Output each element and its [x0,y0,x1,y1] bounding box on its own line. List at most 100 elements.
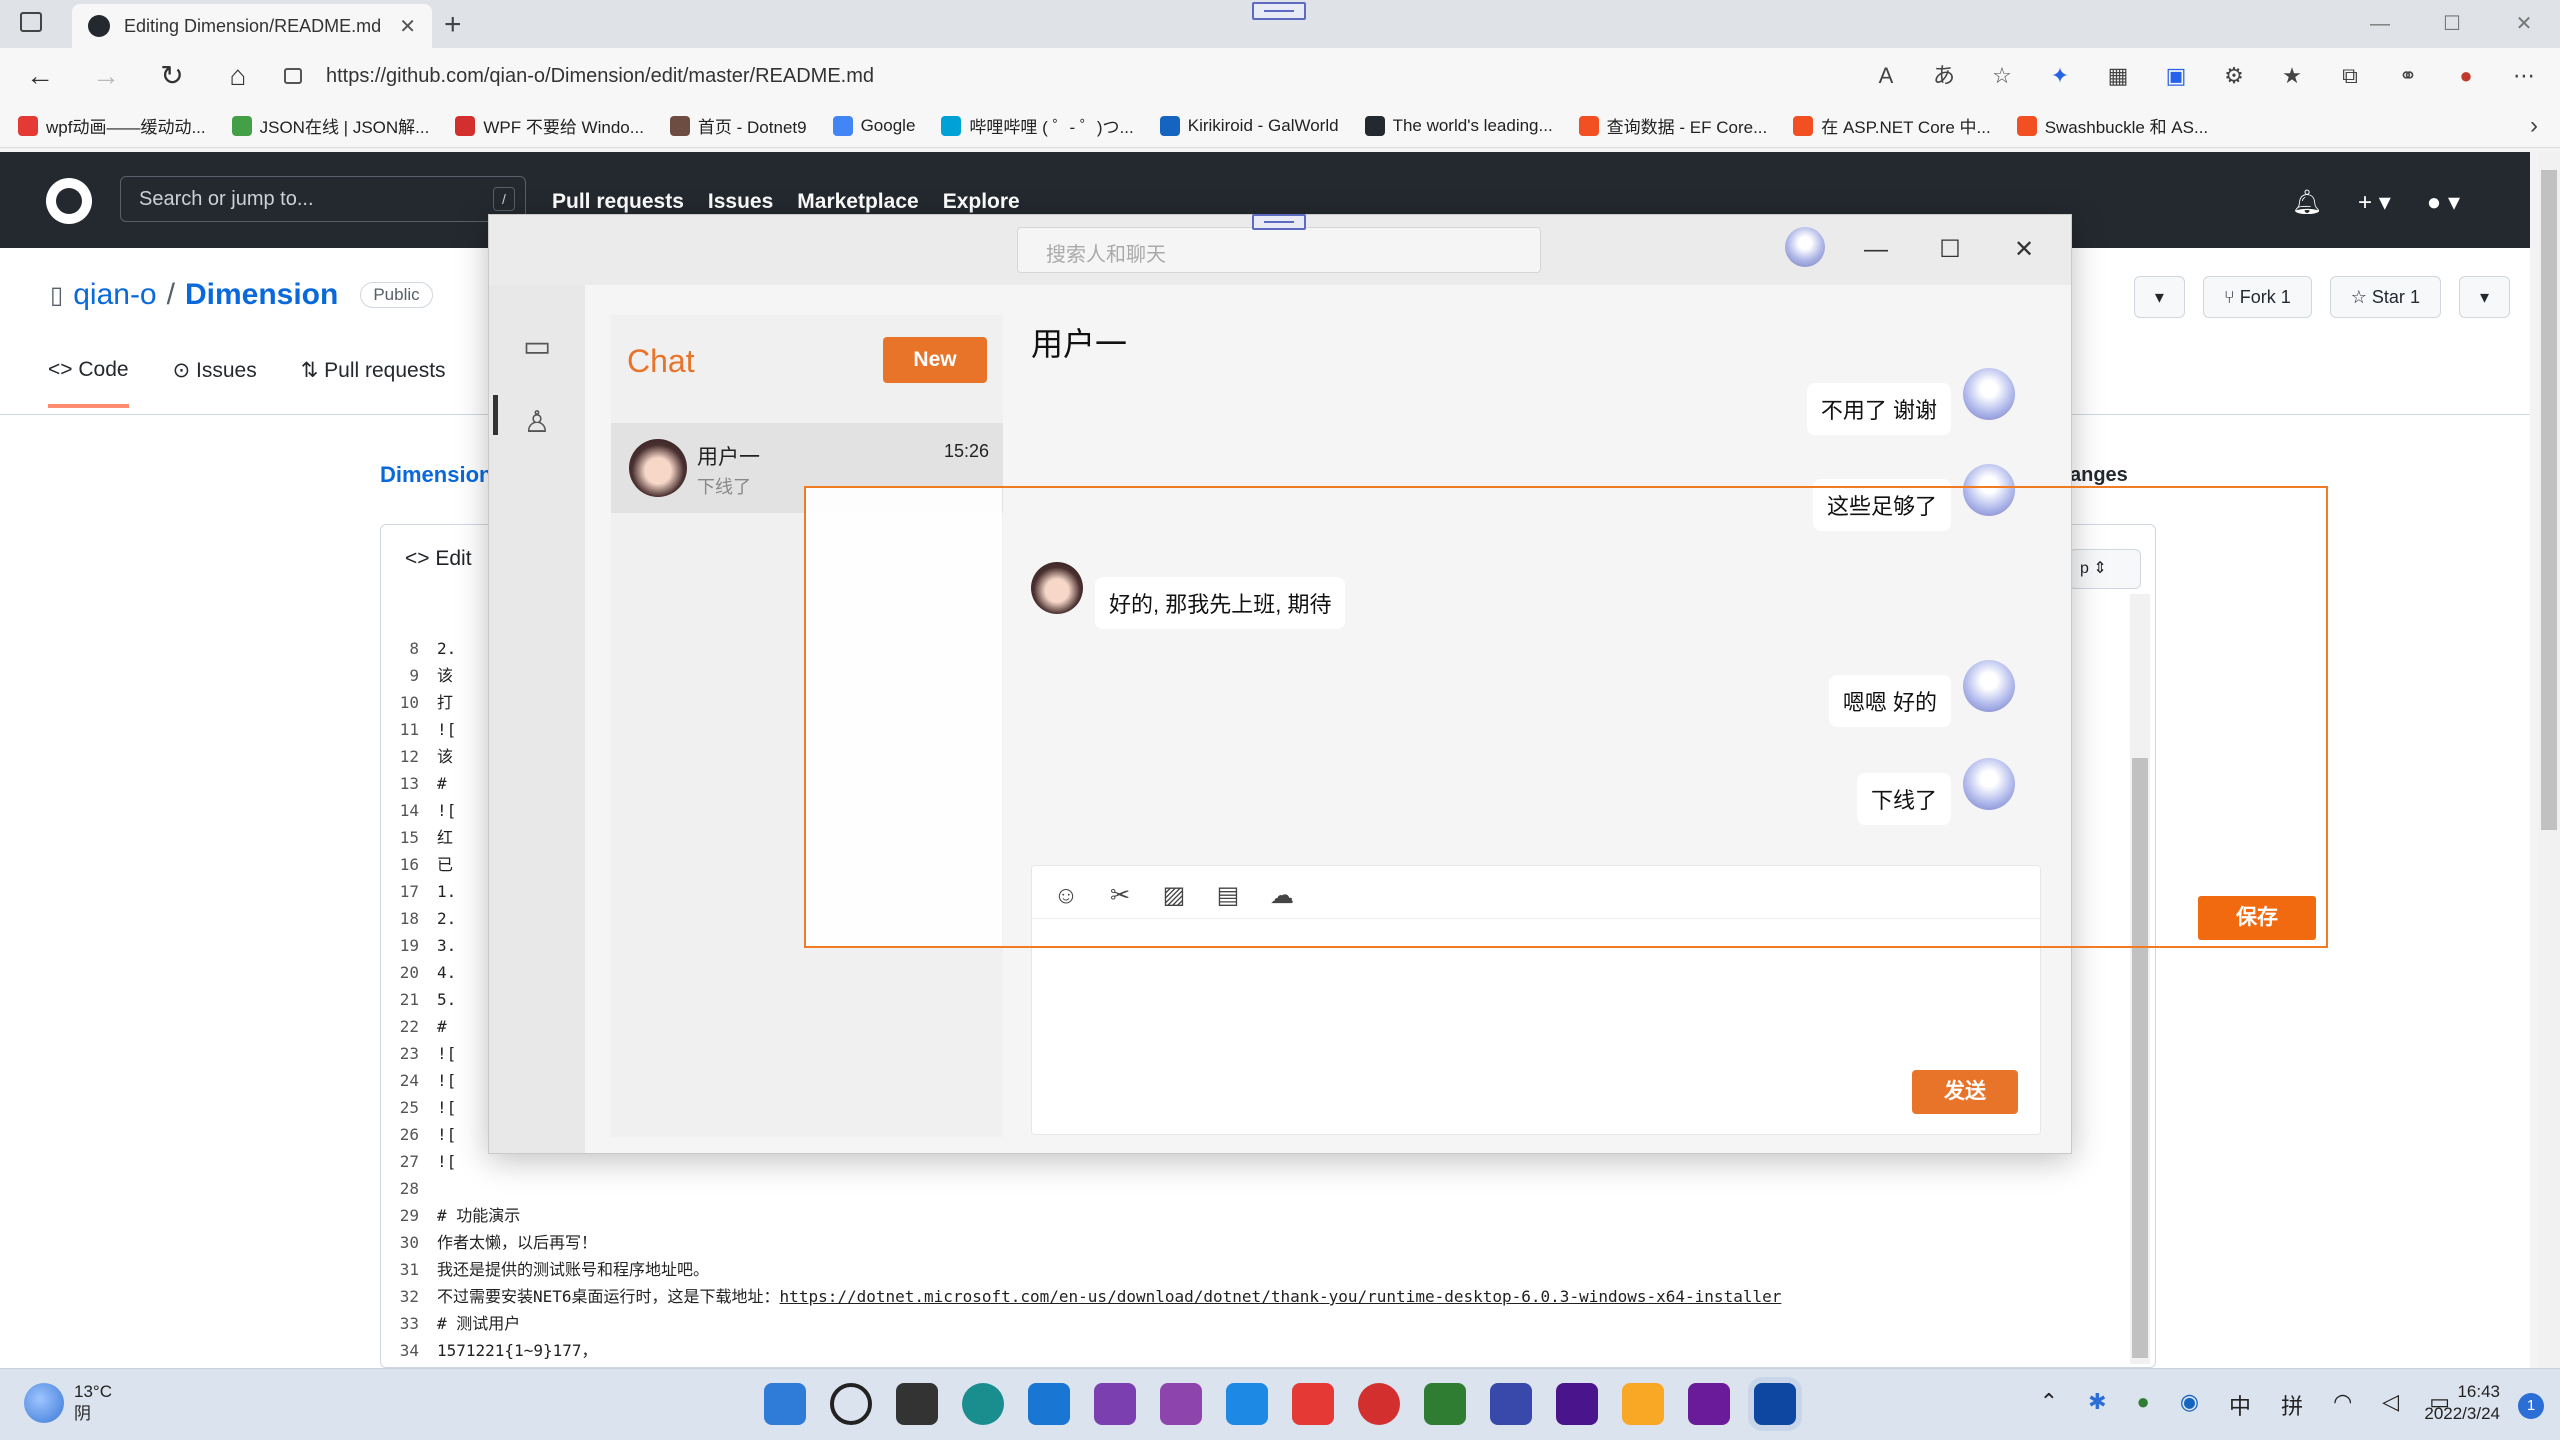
start-icon[interactable] [764,1383,806,1425]
bookmark-item[interactable]: 首页 - Dotnet9 [669,113,807,138]
collections-icon[interactable]: ⧉ [2334,60,2366,92]
visual-studio-preview-icon[interactable] [1160,1383,1202,1425]
nav-explore[interactable]: Explore [943,190,1020,214]
file-explorer-icon[interactable] [1622,1383,1664,1425]
translate-icon[interactable]: あ [1928,60,1960,92]
forward-icon[interactable]: → [88,58,124,94]
breadcrumb-repo-link[interactable]: Dimension [380,462,492,488]
bookmark-item[interactable]: The world's leading... [1364,115,1553,136]
terminal-icon[interactable] [1556,1383,1598,1425]
volume-icon[interactable]: ◁ [2382,1389,2399,1421]
lock-icon[interactable] [284,68,302,84]
app-icon[interactable] [1490,1383,1532,1425]
star-button[interactable]: ☆ Star 1 [2329,276,2441,318]
tray-app-icon[interactable]: ✱ [2088,1389,2106,1421]
visual-studio-icon[interactable] [1094,1383,1136,1425]
close-icon[interactable]: ✕ [2488,0,2560,48]
bookmark-item[interactable]: 哔哩哔哩 ( ゜- ゜)つ... [941,113,1134,138]
tab-code[interactable]: <> Code [48,358,129,408]
chat-close-icon[interactable]: ✕ [1987,227,2061,273]
chat-bubble-icon[interactable]: ▭ [515,325,559,369]
page-scrollbar-thumb[interactable] [2541,170,2557,830]
minimize-icon[interactable]: — [2344,0,2416,48]
refresh-icon[interactable]: ↻ [154,58,190,94]
bookmark-item[interactable]: wpf动画——缓动动... [18,113,206,138]
bookmarks-more-icon[interactable]: › [2530,112,2538,140]
ime-mode[interactable]: 拼 [2281,1389,2303,1421]
chat-maximize-icon[interactable]: ☐ [1913,227,1987,273]
github-logo-icon[interactable] [46,178,92,224]
bookmark-item[interactable]: WPF 不要给 Windo... [455,113,644,138]
address-bar[interactable]: https://github.com/qian-o/Dimension/edit… [284,56,1804,96]
tab-issues[interactable]: ⊙ Issues [173,358,257,408]
notification-badge[interactable]: 1 [2518,1393,2544,1419]
user-avatar[interactable]: ● ▾ [2427,188,2460,217]
watch-dropdown[interactable]: ▾ [2133,276,2185,318]
bookmark-item[interactable]: Google [832,115,915,136]
task-view-icon[interactable] [896,1383,938,1425]
favorite-star-icon[interactable]: ☆ [1986,60,2018,92]
profile-avatar[interactable]: ● [2450,60,2482,92]
netease-music-icon[interactable] [1358,1383,1400,1425]
ime-language[interactable]: 中 [2229,1389,2251,1421]
vscode-icon[interactable] [1226,1383,1268,1425]
contacts-person-icon[interactable]: ♙ [515,401,559,445]
create-new-icon[interactable]: + ▾ [2358,188,2391,217]
tab-actions-icon[interactable] [20,12,42,32]
chevron-up-icon[interactable]: ⌃ [2040,1389,2058,1421]
bookmark-item[interactable]: Swashbuckle 和 AS... [2016,113,2208,138]
nav-issues[interactable]: Issues [708,190,773,214]
extensions-icon[interactable]: ⚙ [2218,60,2250,92]
bookmark-item[interactable]: JSON在线 | JSON解... [231,113,429,138]
dotnet-core-icon[interactable] [1688,1383,1730,1425]
wifi-icon[interactable]: ◠ [2333,1389,2352,1421]
edge-icon[interactable] [962,1383,1004,1425]
repo-name-link[interactable]: Dimension [185,278,338,312]
download-link[interactable]: https://dotnet.microsoft.com/en-us/downl… [780,1287,1782,1306]
chat-drag-handle-icon[interactable] [1252,214,1306,230]
notifications-bell-icon[interactable]: 🔔︎ [2292,188,2322,217]
screenshot-selection-overlay[interactable] [804,486,2328,948]
fork-button[interactable]: ⑂ Fork 1 [2202,276,2312,318]
favorites-icon[interactable]: ★ [2276,60,2308,92]
back-icon[interactable]: ← [22,58,58,94]
nvidia-icon[interactable] [1424,1383,1466,1425]
bookmark-item[interactable]: 在 ASP.NET Core 中... [1793,113,1991,138]
tray-app-icon[interactable]: ◉ [2180,1389,2199,1421]
maximize-icon[interactable]: ☐ [2416,0,2488,48]
sync-icon[interactable]: ⚭ [2392,60,2424,92]
extension-icon[interactable]: ▦ [2102,60,2134,92]
youdao-icon[interactable] [1292,1383,1334,1425]
current-user-avatar[interactable] [1785,227,1825,267]
new-tab-icon[interactable]: + [444,8,462,42]
search-icon[interactable] [830,1383,872,1425]
star-dropdown[interactable]: ▾ [2458,276,2510,318]
active-app-icon[interactable] [1754,1383,1796,1425]
chat-minimize-icon[interactable]: — [1839,227,1913,273]
send-button[interactable]: 发送 [1912,1070,2018,1114]
edit-file-tab[interactable]: <> Edit [405,547,472,571]
github-search-input[interactable]: Search or jump to... / [120,176,526,222]
read-aloud-icon[interactable]: A [1870,60,1902,92]
clock[interactable]: 16:43 2022/3/24 [2424,1381,2500,1425]
extension-icon[interactable]: ✦ [2044,60,2076,92]
browser-tab[interactable]: Editing Dimension/README.md ✕ [72,4,432,48]
tab-close-icon[interactable]: ✕ [399,14,416,39]
bookmark-item[interactable]: 查询数据 - EF Core... [1578,113,1767,138]
tray-app-icon[interactable]: ● [2137,1389,2150,1421]
chat-search-input[interactable]: 搜索人和聊天 [1017,227,1541,273]
save-button[interactable]: 保存 [2198,896,2316,940]
home-icon[interactable]: ⌂ [220,58,256,94]
store-icon[interactable] [1028,1383,1070,1425]
repo-owner-link[interactable]: qian-o [73,278,156,312]
new-chat-button[interactable]: New [883,337,987,383]
more-icon[interactable]: ⋯ [2508,60,2540,92]
drag-handle-icon[interactable] [1252,2,1306,20]
nav-marketplace[interactable]: Marketplace [797,190,918,214]
bookmark-item[interactable]: Kirikiroid - GalWorld [1159,115,1339,136]
nav-pull-requests[interactable]: Pull requests [552,190,684,214]
weather-widget[interactable]: 13°C 阴 [24,1381,112,1425]
preview-changes-tab[interactable]: anges [2070,464,2128,487]
tab-pull-requests[interactable]: ⇅ Pull requests [301,358,446,408]
extension-icon[interactable]: ▣ [2160,60,2192,92]
